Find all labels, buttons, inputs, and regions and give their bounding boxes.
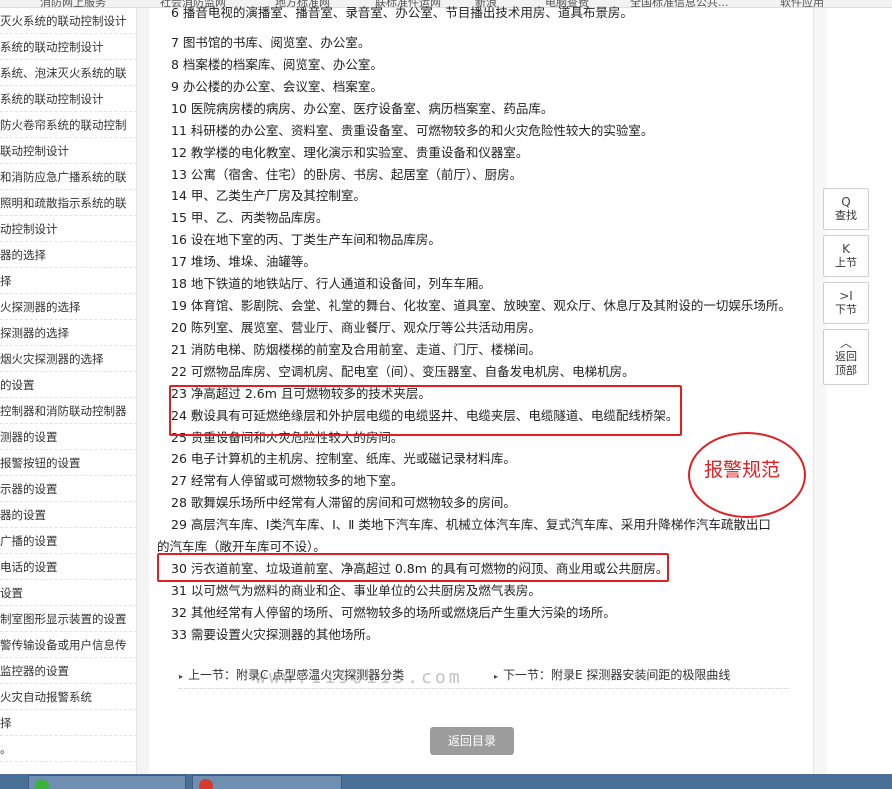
clause-line: 15 甲、乙、丙类物品库房。 bbox=[171, 210, 329, 226]
next-section-label: 下一节：附录E 探测器安装间距的极限曲线 bbox=[503, 668, 731, 682]
back-to-toc-button[interactable]: 返回目录 bbox=[430, 727, 514, 755]
scrollbar-track[interactable] bbox=[813, 8, 827, 774]
sidebar-item[interactable]: 烟火灾探测器的选择 bbox=[0, 346, 136, 372]
highlight-box-30 bbox=[157, 553, 669, 582]
clause-line: 20 陈列室、展览室、营业厅、商业餐厅、观众厅等公共活动用房。 bbox=[171, 319, 541, 335]
back-to-top-tool-button[interactable]: ︿ 返回顶部 bbox=[823, 329, 869, 385]
taskbar-app-browser[interactable] bbox=[192, 775, 342, 789]
clause-line: 26 电子计算机的主机房、控制室、纸库、光或磁记录材料库。 bbox=[171, 451, 516, 467]
sidebar-gutter bbox=[137, 8, 149, 774]
sidebar-item[interactable]: 示器的设置 bbox=[0, 476, 136, 502]
clause-line: 22 可燃物品库房、空调机房、配电室（间）、变压器室、自备发电机房、电梯机房。 bbox=[171, 363, 635, 379]
wechat-icon bbox=[35, 779, 49, 789]
taskbar bbox=[0, 774, 892, 789]
clause-line: 17 堆场、堆垛、油罐等。 bbox=[171, 254, 316, 270]
sidebar-item[interactable]: 测器的设置 bbox=[0, 424, 136, 450]
sidebar-item[interactable]: 灭火系统的联动控制设计 bbox=[0, 8, 136, 34]
clause-line: 21 消防电梯、防烟楼梯的前室及合用前室、走道、门厅、楼梯间。 bbox=[171, 341, 541, 357]
next-section-tool-label: 下节 bbox=[835, 303, 857, 316]
clause-line: 28 歌舞娱乐场所中经常有人滞留的房间和可燃物较多的房间。 bbox=[171, 495, 516, 511]
next-section-link[interactable]: ▸ 下一节：附录E 探测器安装间距的极限曲线 bbox=[494, 666, 730, 683]
sidebar-item[interactable]: 的设置 bbox=[0, 372, 136, 398]
bookmark-item[interactable]: 软件应用 bbox=[780, 0, 824, 7]
sidebar-item[interactable]: 系统、泡沫灭火系统的联 bbox=[0, 60, 136, 86]
clause-line: 12 教学楼的电化教室、理化演示和实验室、贵重设备和仪器室。 bbox=[171, 144, 529, 160]
sidebar-item[interactable]: 择 bbox=[0, 710, 136, 736]
sidebar-item[interactable]: 器的设置 bbox=[0, 502, 136, 528]
clause-line: 13 公寓（宿舍、住宅）的卧房、书房、起居室（前厅）、厨房。 bbox=[171, 166, 523, 182]
browser-page: 消防网上服务 社会消防监网 地方标准网 联标准件运网 新浪 电脑查费 全国标准信… bbox=[0, 0, 892, 789]
search-icon: Q bbox=[841, 195, 851, 209]
main-content: 6 播音电视的演播室、播音室、录音室、办公室、节目播出技术用房、道具布景房。 7… bbox=[149, 5, 813, 774]
sidebar-item[interactable]: 和消防应急广播系统的联 bbox=[0, 164, 136, 190]
clause-line: 31 以可燃气为燃料的商业和企、事业单位的公共厨房及燃气表房。 bbox=[171, 583, 541, 598]
clause-line: 18 地下铁道的地铁站厅、行人通道和设备间，列车车厢。 bbox=[171, 276, 491, 292]
sidebar-item[interactable]: 探测器的选择 bbox=[0, 320, 136, 346]
prev-section-tool-button[interactable]: K 上节 bbox=[823, 235, 869, 277]
sidebar-item[interactable]: 电话的设置 bbox=[0, 554, 136, 580]
sidebar-item[interactable]: 动控制设计 bbox=[0, 216, 136, 242]
sidebar-item[interactable]: 防火卷帘系统的联动控制 bbox=[0, 112, 136, 138]
sidebar-item[interactable]: 制室图形显示装置的设置 bbox=[0, 606, 136, 632]
sidebar-item[interactable]: 择 bbox=[0, 268, 136, 294]
next-section-tool-button[interactable]: >I 下节 bbox=[823, 282, 869, 324]
triangle-right-icon: ▸ bbox=[179, 672, 184, 681]
clause-line: 9 办公楼的办公室、会议室、档案室。 bbox=[171, 78, 383, 94]
prev-section-tool-label: 上节 bbox=[835, 256, 857, 269]
sidebar-item[interactable]: 报警按钮的设置 bbox=[0, 450, 136, 476]
clause-line: 19 体育馆、影剧院、会堂、礼堂的舞台、化妆室、道具室、放映室、观众厅、休息厅及… bbox=[171, 298, 791, 314]
prev-section-icon: K bbox=[842, 242, 850, 256]
sidebar-item[interactable]: 广播的设置 bbox=[0, 528, 136, 554]
sidebar-item[interactable]: 系统的联动控制设计 bbox=[0, 86, 136, 112]
search-tool-label: 查找 bbox=[835, 209, 857, 222]
sidebar-item[interactable]: 照明和疏散指示系统的联 bbox=[0, 190, 136, 216]
back-to-top-label: 返回顶部 bbox=[835, 350, 857, 377]
sidebar-item[interactable]: 火探测器的选择 bbox=[0, 294, 136, 320]
clause-line-partial: 6 播音电视的演播室、播音室、录音室、办公室、节目播出技术用房、道具布景房。 bbox=[171, 5, 633, 20]
sidebar-item[interactable]: 联动控制设计 bbox=[0, 138, 136, 164]
sidebar-item[interactable]: 器的选择 bbox=[0, 242, 136, 268]
clause-line: 14 甲、乙类生产厂房及其控制室。 bbox=[171, 188, 366, 204]
sidebar: 灭火系统的联动控制设计 系统的联动控制设计 系统、泡沫灭火系统的联 系统的联动控制设计… bbox=[0, 8, 137, 774]
browser-icon bbox=[199, 779, 213, 789]
sidebar-item[interactable]: 火灾自动报警系统 bbox=[0, 684, 136, 710]
sidebar-item[interactable]: 监控器的设置 bbox=[0, 658, 136, 684]
annotation-label: 报警规范 bbox=[704, 459, 781, 481]
triangle-right-icon: ▸ bbox=[494, 672, 499, 681]
divider bbox=[179, 688, 789, 689]
sidebar-item[interactable]: 控制器和消防联动控制器 bbox=[0, 398, 136, 424]
bookmark-item[interactable]: 全国标准信息公共... bbox=[630, 0, 729, 7]
bookmark-item[interactable]: 消防网上服务 bbox=[40, 0, 106, 7]
search-tool-button[interactable]: Q 查找 bbox=[823, 188, 869, 230]
clause-line: 10 医院病房楼的病房、办公室、医疗设备室、病历档案室、药品库。 bbox=[171, 100, 554, 116]
chevron-up-icon: ︿ bbox=[839, 336, 852, 350]
clause-line: 8 档案楼的档案库、阅览室、办公室。 bbox=[171, 56, 383, 72]
next-section-icon: >I bbox=[839, 289, 853, 303]
watermark: www.1190119.com bbox=[255, 667, 463, 688]
taskbar-app-wechat[interactable] bbox=[28, 775, 186, 789]
clause-line: 32 其他经常有人停留的场所、可燃物较多的场所或燃烧后产生重大污染的场所。 bbox=[171, 604, 616, 620]
clause-line: 16 设在地下室的丙、丁类生产车间和物品库房。 bbox=[171, 232, 441, 248]
clause-line: 11 科研楼的办公室、资料室、贵重设备室、可燃物较多的和火灾危险性较大的实验室。 bbox=[171, 122, 654, 138]
sidebar-item[interactable]: 设置 bbox=[0, 580, 136, 606]
clause-line: 29 高层汽车库、Ⅰ类汽车库、Ⅰ、Ⅱ 类地下汽车库、机械立体汽车库、复式汽车库、… bbox=[171, 517, 771, 533]
clause-line: 33 需要设置火灾探测器的其他场所。 bbox=[171, 626, 379, 642]
sidebar-item[interactable]: 。 bbox=[0, 736, 136, 762]
clause-line: 7 图书馆的书库、阅览室、办公室。 bbox=[171, 35, 371, 50]
highlight-box-23-24 bbox=[169, 385, 682, 436]
sidebar-item[interactable]: 警传输设备或用户信息传 bbox=[0, 632, 136, 658]
clause-line: 27 经常有人停留或可燃物较多的地下室。 bbox=[171, 473, 404, 489]
sidebar-item[interactable]: 系统的联动控制设计 bbox=[0, 34, 136, 60]
